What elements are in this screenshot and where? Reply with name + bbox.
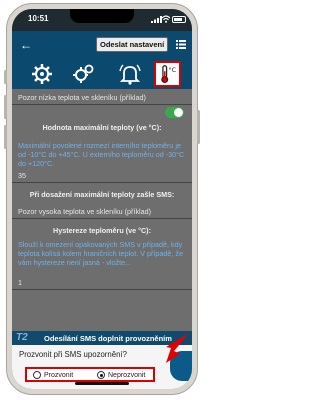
- thermometer-icon[interactable]: °C: [154, 61, 181, 87]
- status-bar: 10:51: [12, 9, 192, 31]
- send-settings-button[interactable]: Odeslat nastavení: [96, 37, 169, 52]
- divider: [12, 289, 192, 290]
- phone-button: [4, 95, 7, 119]
- back-arrow-icon[interactable]: ←: [20, 38, 32, 52]
- phone-button: [4, 70, 7, 84]
- max-temp-value[interactable]: 35: [18, 171, 186, 180]
- radio-label: Prozvonit: [44, 371, 74, 379]
- phone-button: [197, 110, 200, 144]
- max-temp-heading: Hodnota maximální teploty (ve °C):: [42, 123, 162, 132]
- hysteresis-value[interactable]: 1: [18, 278, 186, 287]
- max-temp-help: Maximální povolené rozmezí interního tep…: [18, 141, 185, 169]
- settings-gears-icon[interactable]: [72, 62, 96, 86]
- exceed-sms-heading: Při dosažení maximální teploty zašle SMS…: [29, 190, 175, 199]
- radio-button[interactable]: [33, 371, 41, 379]
- phone-button: [4, 125, 7, 149]
- radio-group: Prozvonit Neprozvonit: [25, 367, 155, 382]
- section-tag: T2: [16, 332, 28, 343]
- divider: [12, 182, 192, 183]
- exceed-sms-text[interactable]: Pozor vysoka teplota ve skleníku (příkla…: [18, 207, 186, 216]
- radio-option-call[interactable]: Prozvonit: [33, 371, 73, 379]
- radio-button-selected[interactable]: [97, 371, 105, 379]
- divider: [12, 104, 192, 105]
- svg-text:°C: °C: [168, 66, 176, 74]
- bell-icon[interactable]: [118, 62, 142, 86]
- signal-icon: [151, 16, 162, 23]
- status-time: 10:51: [28, 14, 49, 23]
- notch: [70, 9, 134, 23]
- divider: [12, 218, 192, 219]
- max-temp-toggle[interactable]: [165, 107, 184, 118]
- section-title: Odesílání SMS doplnit provozněním: [44, 334, 172, 343]
- wifi-icon: [162, 15, 170, 23]
- phone-screen: 10:51 ← Odeslat nastavení °C Pozor nízka…: [12, 9, 192, 389]
- icon-tab-bar: °C: [12, 59, 192, 89]
- dialog-question: Prozvonit při SMS upozornění?: [19, 350, 127, 359]
- low-temp-sms-text[interactable]: Pozor nízka teplota ve skleníku (příklad…: [18, 93, 186, 102]
- app-bar: ← Odeslat nastavení: [12, 31, 192, 59]
- list-menu-icon[interactable]: [176, 39, 186, 50]
- settings-gear-icon[interactable]: [30, 62, 54, 86]
- home-indicator: [75, 382, 129, 385]
- radio-option-no-call[interactable]: Neprozvonit: [97, 371, 145, 379]
- hysteresis-heading: Hystereze teploměru (ve °C):: [53, 226, 151, 235]
- settings-content: Pozor nízka teplota ve skleníku (příklad…: [12, 89, 192, 339]
- radio-label: Neprozvonit: [108, 371, 146, 379]
- battery-icon: [172, 16, 186, 23]
- hysteresis-help: Slouží k omezení opakovaných SMS v přípa…: [18, 240, 184, 268]
- red-arrow-icon: [166, 333, 189, 363]
